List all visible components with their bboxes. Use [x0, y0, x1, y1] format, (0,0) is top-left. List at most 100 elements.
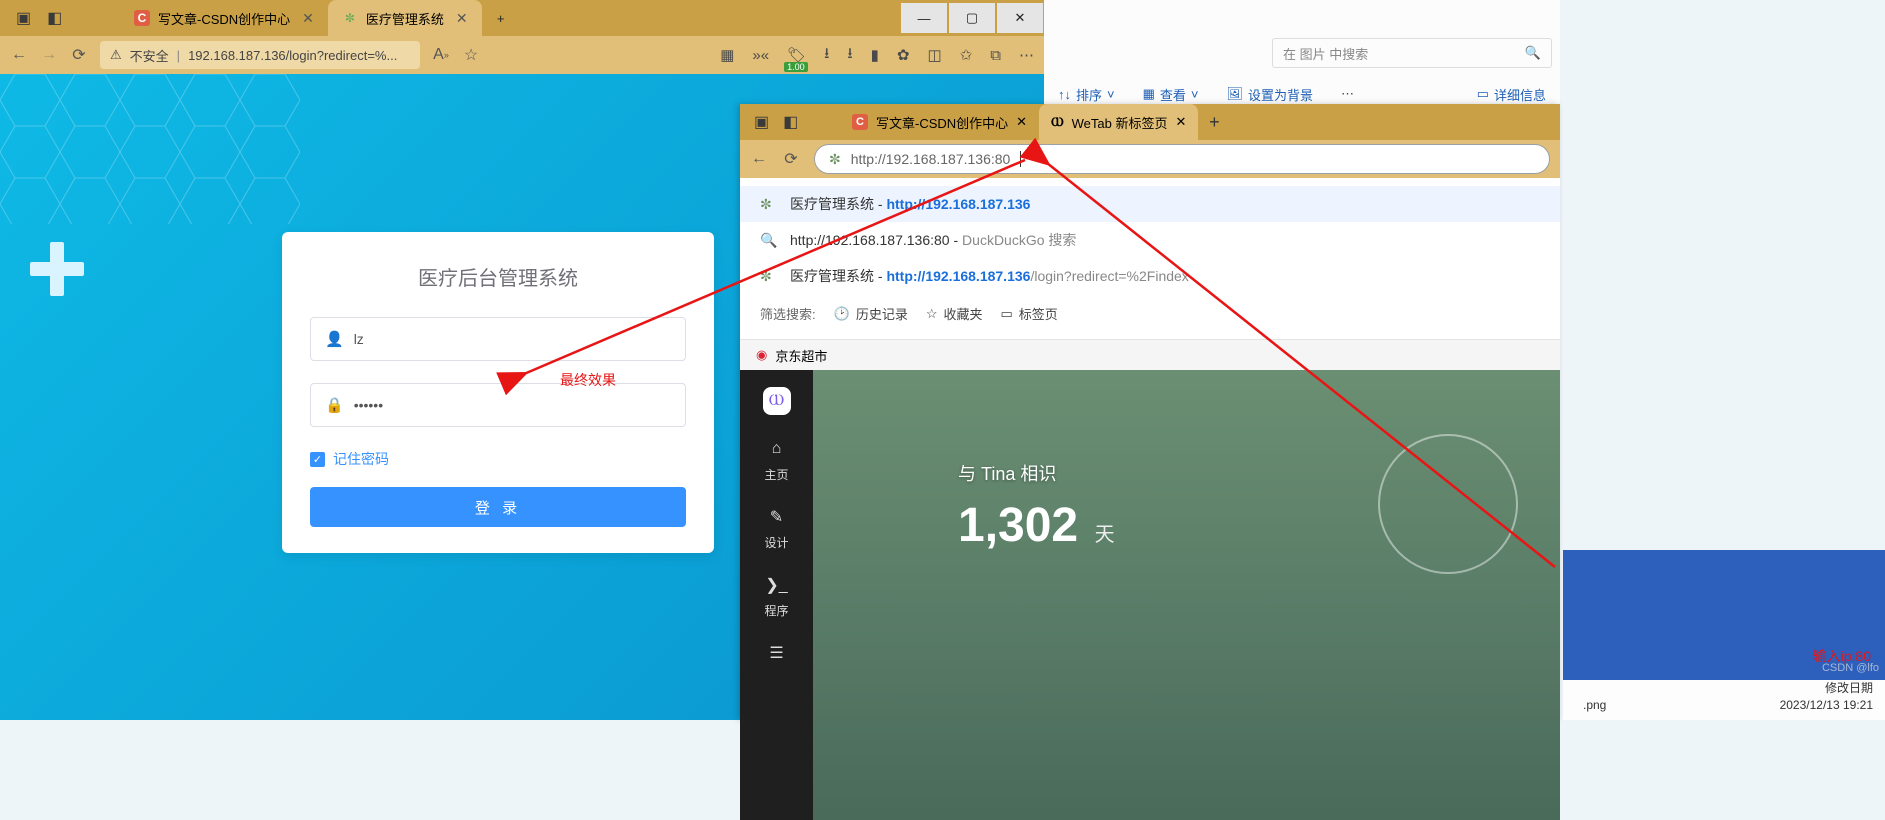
new-tab-button[interactable]: + [1198, 112, 1230, 133]
tab-label: WeTab 新标签页 [1072, 113, 1168, 132]
sidebar-more[interactable]: ☰ [740, 632, 813, 674]
download-icon[interactable]: ⭳ [824, 43, 829, 68]
login-card: 医疗后台管理系统 👤 🔒 ✓ 记住密码 登 录 [282, 232, 714, 553]
price-icon[interactable]: 🏷1.00 [787, 46, 806, 64]
sidebar-app[interactable]: Ⲱ [740, 380, 813, 422]
left-url-bar: ← → ⟳ ⚠ 不安全 | 192.168.187.136/login?redi… [0, 36, 1044, 74]
tab-label: 写文章-CSDN创作中心 [158, 9, 290, 28]
tab-csdn[interactable]: C 写文章-CSDN创作中心 ✕ [840, 104, 1039, 140]
sidebar-design[interactable]: ✎设计 [740, 496, 813, 558]
filter-tabs[interactable]: ▭ 标签页 [1001, 304, 1058, 323]
lock-icon: 🔒 [325, 396, 344, 414]
suggestion-row[interactable]: 🔍 http://192.168.187.136:80 - DuckDuckGo… [740, 222, 1560, 258]
explorer-strip: .png 修改日期 2023/12/13 19:21 [1563, 680, 1885, 720]
jd-icon[interactable]: ◉ [756, 347, 767, 363]
view-button[interactable]: ▦ 查看 ˅ [1143, 85, 1199, 104]
file-ext: .png [1583, 698, 1606, 712]
widget-unit: 天 [1095, 524, 1115, 546]
quick-bar: ◉ 京东超市 [740, 340, 1560, 370]
badge: 1.00 [784, 62, 808, 72]
filter-history[interactable]: 🕑 历史记录 [834, 304, 908, 323]
tab-wetab[interactable]: Ⲱ WeTab 新标签页 ✕ [1039, 104, 1198, 140]
sidebar-home[interactable]: ⌂主页 [740, 428, 813, 490]
new-tab-button[interactable]: + [483, 3, 519, 33]
search-icon[interactable]: 🔍 [1525, 45, 1541, 61]
filter-label: 筛选搜索: [760, 304, 816, 323]
close-icon[interactable]: ✕ [456, 10, 468, 27]
favicon-c-icon: C [134, 10, 150, 26]
user-icon: 👤 [325, 330, 344, 348]
search-icon: 🔍 [760, 232, 778, 249]
grid-icon[interactable]: ▦ [720, 46, 734, 64]
url-input-box[interactable]: ✼ http://192.168.187.136:80 [814, 144, 1550, 174]
close-icon[interactable]: ✕ [1175, 114, 1186, 130]
workspace-icon[interactable]: ▣ [754, 112, 769, 132]
url-box[interactable]: ⚠ 不安全 | 192.168.187.136/login?redirect=%… [100, 41, 420, 69]
url-text: http://192.168.187.136:80 [851, 151, 1011, 167]
password-input[interactable] [354, 397, 671, 413]
extensions-icon[interactable]: ✿ [897, 46, 910, 64]
right-titlebar: ▣ ◧ C 写文章-CSDN创作中心 ✕ Ⲱ WeTab 新标签页 ✕ + [740, 104, 1560, 140]
medical-cross-icon [22, 234, 92, 304]
explorer-toolbar: ↑↓ 排序 ˅ ▦ 查看 ˅ 🖼 设置为背景 ⋯ ▭ 详细信息 [1044, 84, 1560, 104]
right-browser-window: ▣ ◧ C 写文章-CSDN创作中心 ✕ Ⲱ WeTab 新标签页 ✕ + ← … [740, 104, 1560, 720]
remember-label: 记住密码 [333, 449, 389, 469]
arrow-label-final: 最终效果 [560, 370, 616, 390]
remember-row[interactable]: ✓ 记住密码 [310, 449, 686, 469]
date-value: 2023/12/13 19:21 [1780, 698, 1873, 712]
username-input[interactable] [354, 331, 671, 347]
tab-label: 医疗管理系统 [366, 9, 444, 28]
back-icon[interactable]: ← [10, 46, 28, 64]
more-button[interactable]: ⋯ [1341, 86, 1354, 102]
reader-icon[interactable]: A» [432, 46, 450, 64]
close-icon[interactable]: ✕ [1016, 114, 1027, 130]
refresh-icon[interactable]: ⟳ [782, 150, 800, 168]
tabs-icon[interactable]: ◧ [47, 8, 62, 28]
wetab-content: 与 Tina 相识 1,302 天 [813, 370, 1560, 820]
explorer-search[interactable]: 在 图片 中搜索 🔍 [1272, 38, 1552, 68]
close-icon[interactable]: ✕ [302, 10, 314, 27]
details-button[interactable]: ▭ 详细信息 [1477, 85, 1546, 104]
refresh-icon[interactable]: ⟳ [70, 46, 88, 64]
wallpaper-button[interactable]: 🖼 设置为背景 [1227, 85, 1314, 104]
menu-icon[interactable]: ⋯ [1019, 46, 1034, 64]
workspace-icon[interactable]: ▣ [16, 8, 31, 28]
tab-medical[interactable]: ✼ 医疗管理系统 ✕ [328, 0, 482, 36]
tab-csdn[interactable]: C 写文章-CSDN创作中心 ✕ [120, 0, 328, 36]
favorites-icon[interactable]: ✩ [960, 46, 973, 64]
quickbar-item[interactable]: 京东超市 [775, 346, 827, 365]
design-icon: ✎ [763, 503, 791, 531]
star-icon[interactable]: ☆ [462, 46, 480, 64]
toolbar-right: ▦ »« 🏷1.00 ⭳ ⭳ ▮ ✿ ◫ ✩ ⧉ ⋯ [720, 43, 1034, 68]
login-title: 医疗后台管理系统 [310, 262, 686, 291]
tabs-icon[interactable]: ◧ [783, 112, 798, 132]
collections-icon[interactable]: ◫ [928, 46, 942, 64]
filter-favorites[interactable]: ☆ 收藏夹 [926, 304, 983, 323]
checkbox-icon[interactable]: ✓ [310, 452, 325, 467]
favicon-w-icon: Ⲱ [1051, 114, 1064, 130]
days-widget: 与 Tina 相识 1,302 天 [958, 460, 1115, 553]
screenshot-icon[interactable]: ⧉ [990, 47, 1001, 64]
bottom-right-panel: 输入ip:80 .png 修改日期 2023/12/13 19:21 [1563, 550, 1885, 720]
maximize-button[interactable]: ▢ [949, 3, 995, 33]
url-suggestions: ✼ 医疗管理系统 - http://192.168.187.136 🔍 http… [740, 178, 1560, 340]
book-icon[interactable]: ▮ [871, 46, 879, 64]
login-button[interactable]: 登 录 [310, 487, 686, 527]
close-button[interactable]: ✕ [997, 3, 1043, 33]
home-icon: ⌂ [763, 435, 791, 463]
sort-button[interactable]: ↑↓ 排序 ˅ [1058, 85, 1115, 104]
arrows-icon[interactable]: »« [752, 47, 769, 64]
username-row[interactable]: 👤 [310, 317, 686, 361]
suggestion-row[interactable]: ✼ 医疗管理系统 - http://192.168.187.136 [740, 186, 1560, 222]
favicon-leaf-icon: ✼ [342, 10, 358, 26]
sidebar-code[interactable]: ❯_程序 [740, 564, 813, 626]
minimize-button[interactable]: ― [901, 3, 947, 33]
widget-title: 与 Tina 相识 [958, 460, 1115, 486]
right-url-bar: ← ⟳ ✼ http://192.168.187.136:80 [740, 140, 1560, 178]
workspace-icons: ▣ ◧ [0, 8, 120, 28]
download2-icon[interactable]: ⭳ [847, 43, 852, 68]
url-text: 192.168.187.136/login?redirect=%... [188, 48, 397, 63]
back-icon[interactable]: ← [750, 150, 768, 168]
suggestion-row[interactable]: ✼ 医疗管理系统 - http://192.168.187.136/login?… [740, 258, 1560, 294]
password-row[interactable]: 🔒 [310, 383, 686, 427]
